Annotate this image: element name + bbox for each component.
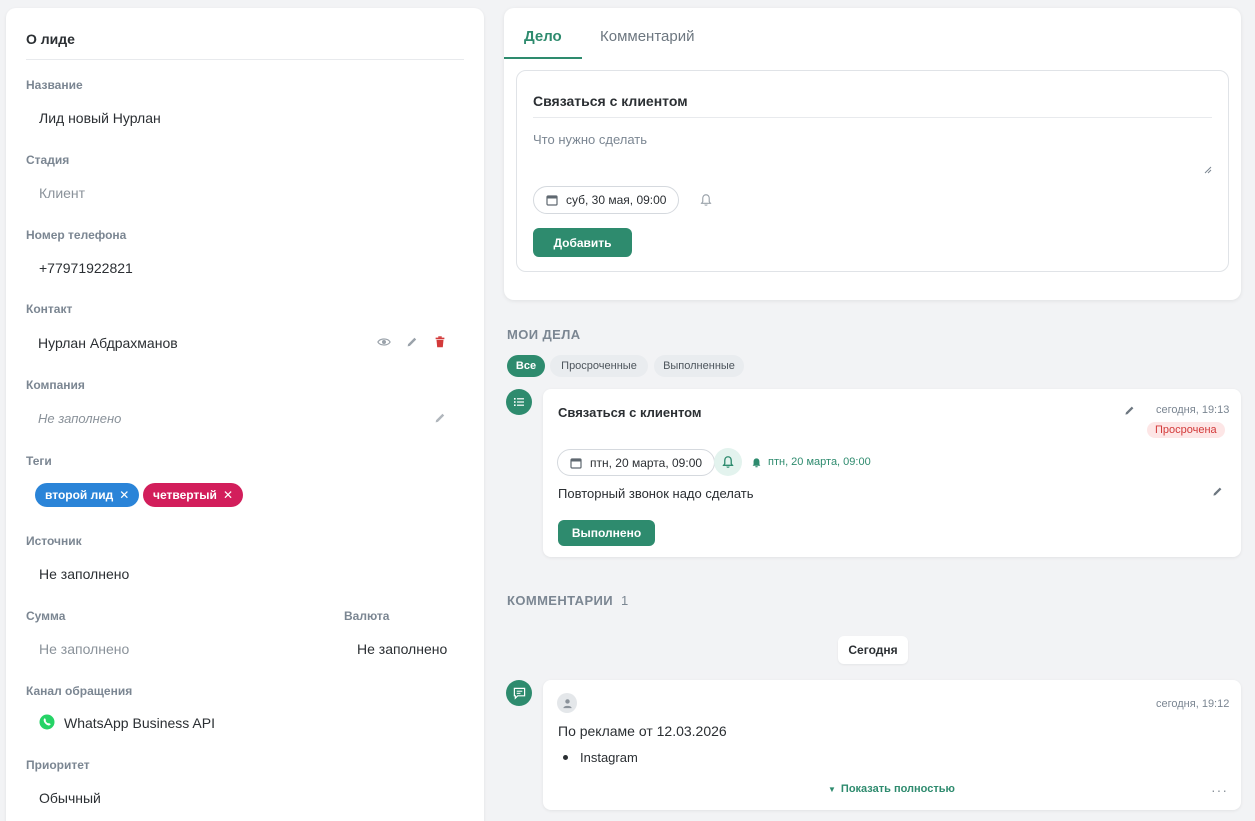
task-card-title: Связаться с клиентом (558, 405, 702, 420)
company-label: Компания (26, 378, 85, 392)
phone-label: Номер телефона (26, 228, 127, 242)
comment-icon (513, 687, 525, 700)
bell-icon (722, 456, 734, 468)
task-date-value: суб, 30 мая, 09:00 (566, 193, 667, 207)
task-card: Связаться с клиентом сегодня, 19:13 Прос… (543, 389, 1241, 557)
show-more-label: Показать полностью (840, 783, 955, 795)
comment-text: По рекламе от 12.03.2026 (558, 723, 727, 739)
task-list-icon (514, 398, 524, 406)
calendar-icon (546, 195, 558, 206)
priority-label: Приоритет (26, 758, 90, 772)
tag-second-lead[interactable]: второй лид ✕ (35, 483, 140, 507)
complete-task-button[interactable]: Выполнено (558, 520, 655, 546)
day-separator: Сегодня (838, 636, 908, 664)
channel-label: Канал обращения (26, 684, 133, 698)
stage-field[interactable]: Клиент (39, 185, 85, 201)
filter-overdue[interactable]: Просроченные (550, 355, 648, 377)
bell-icon[interactable] (699, 193, 713, 207)
task-date-picker[interactable]: суб, 30 мая, 09:00 (533, 186, 680, 214)
active-tab-indicator (504, 57, 582, 59)
caret-down-icon: ▼ (828, 784, 836, 794)
remove-tag-icon[interactable]: ✕ (223, 488, 233, 502)
avatar (557, 693, 577, 713)
comment-time: сегодня, 19:12 (1156, 698, 1230, 710)
contact-field[interactable]: Нурлан Абдрахманов (38, 335, 178, 351)
filter-done[interactable]: Выполненные (654, 355, 744, 377)
reminder-time: птн, 20 марта, 09:00 (768, 456, 871, 468)
name-field[interactable]: Лид новый Нурлан (39, 110, 161, 126)
my-tasks-title: МОИ ДЕЛА (507, 327, 581, 342)
user-icon (562, 698, 572, 708)
task-description: Повторный звонок надо сделать (558, 486, 754, 501)
phone-field[interactable]: +77971922821 (39, 260, 133, 276)
comments-title: КОММЕНТАРИИ (507, 593, 614, 608)
tag-label: четвертый (153, 488, 217, 502)
title-divider (533, 117, 1212, 118)
edit-contact-icon[interactable] (405, 335, 419, 349)
tag-label: второй лид (45, 488, 114, 502)
remove-tag-icon[interactable]: ✕ (119, 488, 129, 502)
task-deadline-pill[interactable]: птн, 20 марта, 09:00 (557, 449, 716, 476)
task-deadline-value: птн, 20 марта, 09:00 (590, 455, 703, 470)
task-timeline-marker (506, 389, 532, 415)
comment-card: сегодня, 19:12 По рекламе от 12.03.2026 … (543, 680, 1241, 810)
whatsapp-icon (39, 714, 55, 730)
currency-label: Валюта (344, 609, 390, 623)
overdue-badge: Просрочена (1147, 422, 1225, 438)
comment-timeline-marker (506, 680, 532, 706)
delete-contact-icon[interactable] (433, 335, 447, 349)
amount-label: Сумма (26, 609, 66, 623)
header-divider (26, 59, 464, 60)
filter-all[interactable]: Все (507, 355, 545, 377)
tags-label: Теги (26, 454, 52, 468)
currency-field[interactable]: Не заполнено (357, 641, 447, 657)
task-composer-card: Дело Комментарий Связаться с клиентом Чт… (504, 8, 1241, 300)
comments-count: 1 (621, 593, 629, 608)
reminder-info: птн, 20 марта, 09:00 (751, 456, 871, 468)
task-created-time: сегодня, 19:13 (1156, 404, 1230, 416)
alarm-icon (752, 457, 761, 467)
resize-handle-icon[interactable] (1204, 166, 1212, 174)
tab-task[interactable]: Дело (524, 28, 562, 45)
task-title-input[interactable]: Связаться с клиентом (533, 93, 688, 109)
show-more-link[interactable]: ▼ Показать полностью (828, 783, 955, 795)
tag-fourth[interactable]: четвертый ✕ (143, 483, 243, 507)
channel-field[interactable]: WhatsApp Business API (64, 715, 215, 731)
lead-info-header: О лиде (26, 31, 75, 47)
edit-company-icon[interactable] (433, 411, 447, 425)
priority-field[interactable]: Обычный (39, 790, 101, 806)
bullet-dot (563, 755, 568, 760)
stage-label: Стадия (26, 153, 70, 167)
company-field[interactable]: Не заполнено (38, 411, 121, 426)
contact-label: Контакт (26, 302, 73, 316)
eye-icon[interactable] (377, 335, 391, 349)
task-description-input[interactable]: Что нужно сделать (533, 132, 647, 147)
comment-bullet-item: Instagram (580, 750, 638, 765)
name-label: Название (26, 78, 83, 92)
edit-task-icon[interactable] (1123, 404, 1136, 417)
amount-field[interactable]: Не заполнено (39, 641, 129, 657)
source-field[interactable]: Не заполнено (39, 566, 129, 582)
reminder-toggle[interactable] (714, 448, 742, 476)
tab-comment[interactable]: Комментарий (600, 28, 694, 45)
calendar-icon (570, 457, 582, 469)
source-label: Источник (26, 534, 82, 548)
task-form: Связаться с клиентом Что нужно сделать с… (516, 70, 1229, 272)
edit-description-icon[interactable] (1211, 485, 1224, 498)
more-options-icon[interactable]: ··· (1211, 782, 1228, 798)
lead-info-panel: О лиде Название Лид новый Нурлан Стадия … (6, 8, 484, 821)
add-task-button[interactable]: Добавить (533, 228, 632, 257)
